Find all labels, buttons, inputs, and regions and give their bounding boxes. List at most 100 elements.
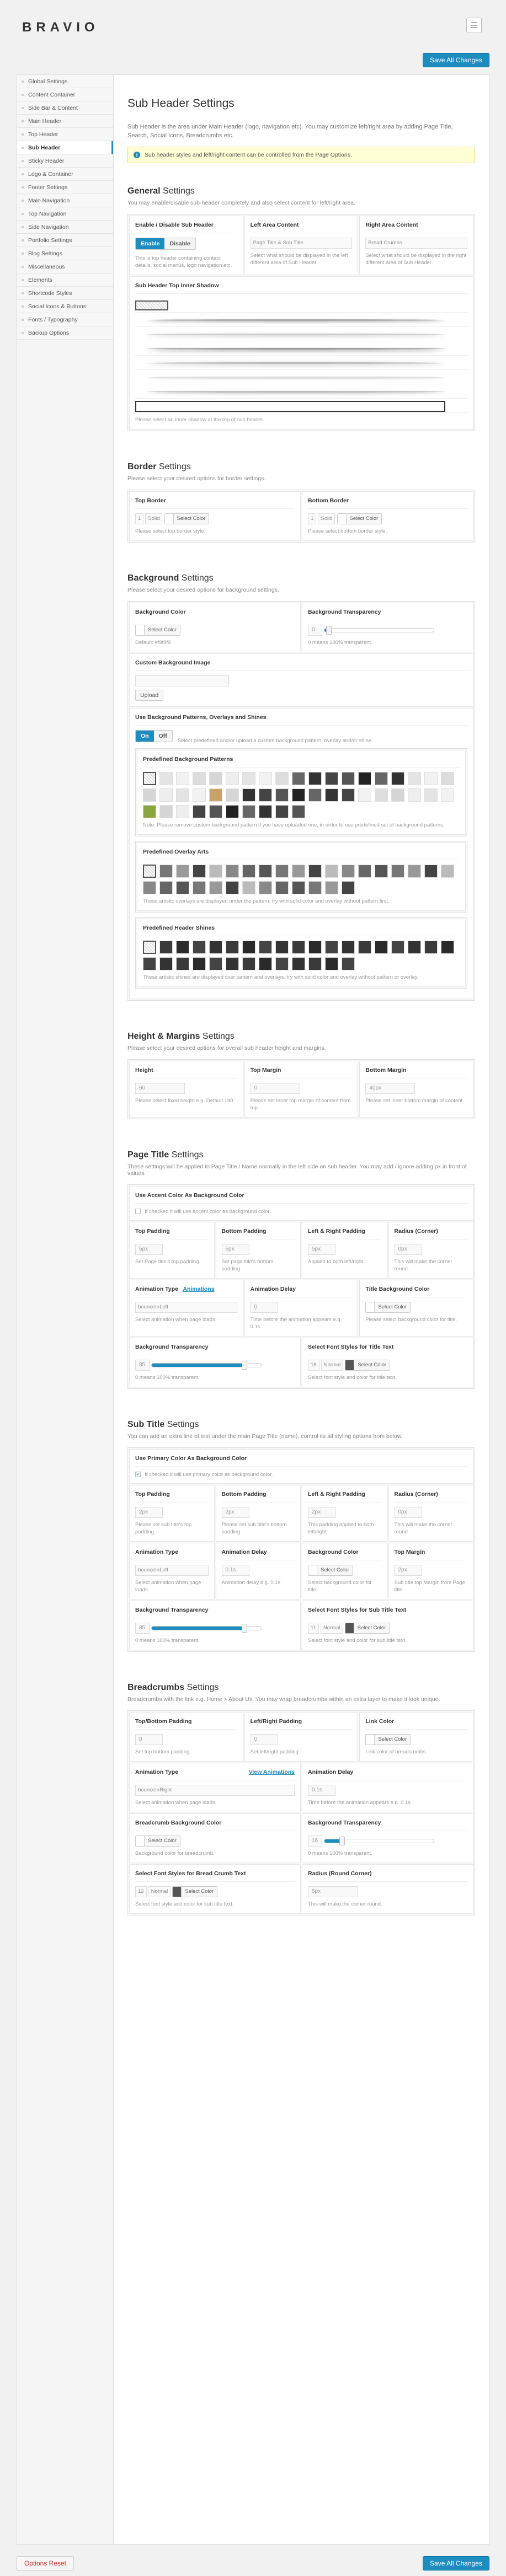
swatch-option[interactable] [226, 772, 239, 785]
swatch-option[interactable] [242, 941, 255, 954]
swatch-option[interactable] [408, 941, 421, 954]
swatch-option[interactable] [159, 805, 173, 818]
pt-animation-select[interactable]: bounceInLeft [135, 1302, 237, 1313]
swatch-option[interactable] [424, 941, 438, 954]
swatch-option[interactable] [308, 957, 322, 970]
swatch-option[interactable] [308, 865, 322, 878]
pt-font-size[interactable]: 18 [308, 1360, 319, 1371]
swatch-option[interactable] [342, 957, 355, 970]
st-animation-select[interactable]: bounceInLeft [135, 1565, 209, 1576]
swatch-option[interactable] [275, 881, 289, 894]
swatch-option[interactable] [375, 941, 388, 954]
swatch-option[interactable] [391, 772, 404, 785]
height-input[interactable]: 60 [135, 1083, 185, 1094]
swatch-option[interactable] [424, 865, 438, 878]
swatch-option[interactable] [375, 865, 388, 878]
swatch-option[interactable] [391, 941, 404, 954]
sidebar-item[interactable]: Main Header [17, 115, 113, 128]
swatch-option[interactable] [209, 865, 222, 878]
swatch-option[interactable] [275, 805, 289, 818]
shadow-option[interactable] [135, 313, 467, 327]
swatch-option[interactable] [441, 772, 454, 785]
sidebar-item[interactable]: Miscellaneous [17, 260, 113, 273]
sidebar-item[interactable]: Sticky Header [17, 154, 113, 168]
bc-tb-padding-input[interactable]: 0 [135, 1734, 163, 1745]
swatch-option[interactable] [308, 788, 322, 802]
swatch-option[interactable] [242, 788, 255, 802]
swatch-option[interactable] [143, 772, 156, 785]
swatch-option[interactable] [193, 805, 206, 818]
swatch-option[interactable] [292, 865, 305, 878]
swatch-option[interactable] [209, 881, 222, 894]
left-area-select[interactable]: Page Title & Sub Title [250, 238, 353, 249]
swatch-option[interactable] [358, 865, 371, 878]
swatch-option[interactable] [209, 941, 222, 954]
bc-radius-input[interactable]: 5px [308, 1886, 358, 1897]
swatch-option[interactable] [176, 788, 189, 802]
save-all-button-bottom[interactable]: Save All Changes [423, 2556, 489, 2570]
swatch-option[interactable] [242, 805, 255, 818]
sidebar-item[interactable]: Social Icons & Buttons [17, 300, 113, 313]
swatch-option[interactable] [358, 788, 371, 802]
swatch-option[interactable] [259, 865, 272, 878]
right-area-select[interactable]: Bread Crumbs [365, 238, 468, 249]
swatch-option[interactable] [259, 772, 272, 785]
st-delay-input[interactable]: 0.1s [221, 1565, 249, 1576]
pt-trans-input[interactable]: 85 [135, 1360, 150, 1371]
swatch-option[interactable] [325, 772, 338, 785]
st-radius-input[interactable]: 0px [394, 1507, 422, 1518]
shadow-option[interactable] [135, 384, 467, 399]
pt-radius-input[interactable]: 0px [394, 1244, 422, 1255]
bottom-margin-input[interactable]: 40px [365, 1083, 416, 1094]
swatch-option[interactable] [342, 772, 355, 785]
shadow-option[interactable] [135, 327, 467, 341]
bg-trans-input[interactable]: 0 [308, 625, 322, 636]
accent-checkbox[interactable] [135, 1209, 141, 1215]
enable-option[interactable]: Enable [136, 238, 165, 249]
shadow-option[interactable] [135, 341, 467, 356]
st-bg-color-button[interactable]: Select Color [308, 1565, 353, 1576]
swatch-option[interactable] [342, 865, 355, 878]
swatch-option[interactable] [159, 957, 173, 970]
swatch-option[interactable] [176, 805, 189, 818]
swatch-option[interactable] [342, 941, 355, 954]
swatch-option[interactable] [143, 957, 156, 970]
bc-view-animations-link[interactable]: View Animations [249, 1769, 295, 1775]
st-trans-slider[interactable] [151, 1624, 262, 1633]
swatch-option[interactable] [242, 772, 255, 785]
pt-trans-slider[interactable] [151, 1361, 262, 1370]
bg-image-input[interactable] [135, 675, 229, 686]
pt-font-weight[interactable]: Normal [321, 1360, 344, 1371]
bc-link-color-button[interactable]: Select Color [365, 1734, 411, 1745]
swatch-option[interactable] [143, 788, 156, 802]
swatch-option[interactable] [193, 881, 206, 894]
bc-font-size[interactable]: 12 [135, 1886, 147, 1897]
swatch-option[interactable] [159, 772, 173, 785]
top-margin-input[interactable]: 0 [250, 1083, 300, 1094]
swatch-option[interactable] [193, 772, 206, 785]
primary-checkbox[interactable]: ✓ [135, 1472, 141, 1478]
st-top-padding-input[interactable]: 2px [135, 1507, 163, 1518]
swatch-option[interactable] [441, 788, 454, 802]
swatch-option[interactable] [441, 941, 454, 954]
top-border-style[interactable]: Solid [145, 513, 163, 524]
swatch-option[interactable] [226, 865, 239, 878]
swatch-option[interactable] [308, 941, 322, 954]
swatch-option[interactable] [209, 957, 222, 970]
swatch-option[interactable] [424, 788, 438, 802]
shadow-option[interactable] [135, 356, 467, 370]
pt-font-color[interactable]: Select Color [345, 1360, 391, 1371]
st-bottom-padding-input[interactable]: 2px [221, 1507, 249, 1518]
st-font-color[interactable]: Select Color [344, 1623, 390, 1634]
st-font-weight[interactable]: Normal [320, 1623, 343, 1634]
swatch-option[interactable] [275, 788, 289, 802]
swatch-option[interactable] [358, 941, 371, 954]
options-reset-button[interactable]: Options Reset [17, 2556, 74, 2570]
shadow-option[interactable] [135, 399, 467, 413]
st-top-margin-input[interactable]: 2px [394, 1565, 422, 1576]
swatch-option[interactable] [292, 941, 305, 954]
swatch-option[interactable] [159, 941, 173, 954]
swatch-option[interactable] [292, 772, 305, 785]
shadow-option[interactable] [135, 298, 467, 313]
swatch-option[interactable] [424, 772, 438, 785]
